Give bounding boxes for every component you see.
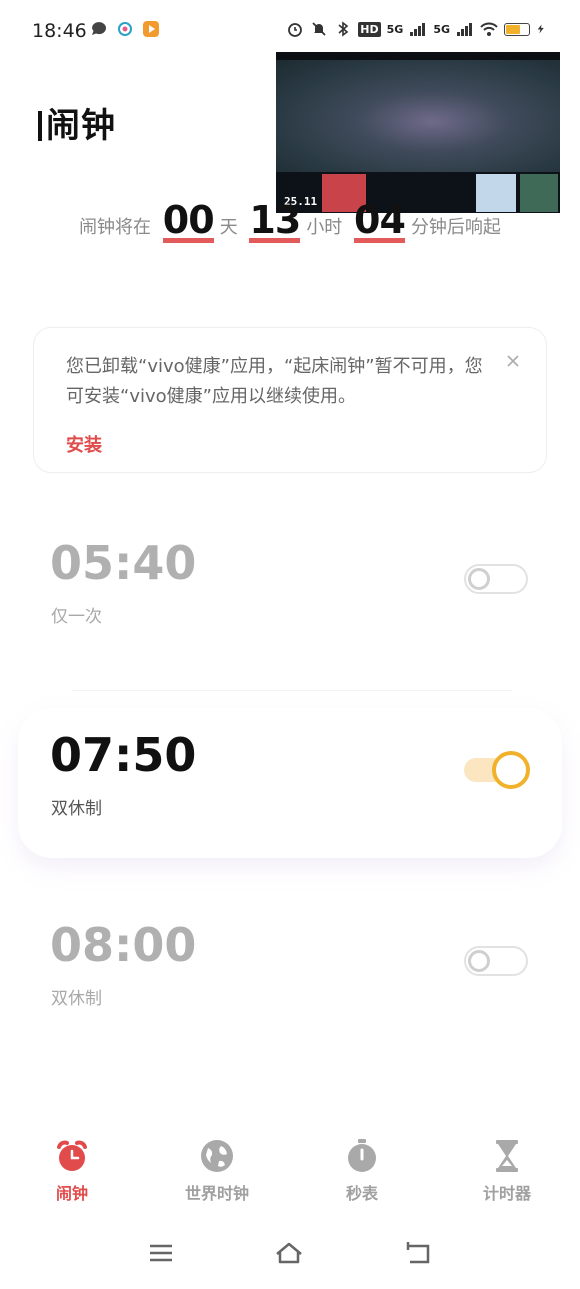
bluetooth-icon [338,21,349,37]
page-title: 闹钟 [38,98,116,147]
pip-hud-top [276,52,560,60]
tab-alarm[interactable]: 闹钟 [12,1128,132,1204]
tab-world-clock-label: 世界时钟 [184,1184,249,1203]
alarm-repeat-label: 仅一次 [51,607,102,627]
countdown-hours-unit: 小时 [306,217,343,238]
uninstall-notice-card: 您已卸载“vivo健康”应用，“起床闹钟”暂不可用，您可安装“vivo健康”应用… [33,327,547,473]
hourglass-icon [496,1140,518,1172]
network-indicator-2: 5G [433,22,450,36]
tab-world-clock[interactable]: 世界时钟 [157,1128,277,1204]
signal-icon-1 [410,23,426,36]
divider [72,690,512,691]
pip-game-view [276,60,560,172]
battery-level [506,24,521,34]
countdown-hours: 13 [249,198,301,243]
status-right-icons: HD 5G 5G [286,20,546,38]
countdown-minutes-unit: 分钟后响起 [410,217,501,238]
status-left-icons [90,20,160,38]
tab-timer-label: 计时器 [482,1184,531,1203]
network-indicator-1: 5G [386,22,404,36]
alarm-time: 08:00 [50,918,197,972]
pip-video-window[interactable]: 25.11 [276,52,560,213]
alarm-toggle[interactable] [464,751,530,789]
tab-alarm-label: 闹钟 [55,1184,88,1203]
tab-timer[interactable]: 计时器 [447,1128,567,1204]
countdown-days-unit: 天 [219,217,238,238]
notice-text: 您已卸载“vivo健康”应用，“起床闹钟”暂不可用，您可安装“vivo健康”应用… [66,356,483,407]
alarm-toggle[interactable] [464,946,528,976]
status-bar: 18:46 HD 5G 5G [0,0,580,60]
back-icon[interactable] [404,1238,434,1268]
home-icon[interactable] [274,1238,304,1268]
globe-icon [201,1140,233,1172]
stopwatch-icon [348,1139,376,1172]
charging-icon [537,24,544,34]
alarm-item[interactable]: 05:40 仅一次 [0,536,580,656]
countdown-prefix: 闹钟将在 [79,217,152,238]
mute-icon [312,22,326,36]
alarm-time: 07:50 [50,728,197,782]
tab-stopwatch[interactable]: 秒表 [302,1128,422,1204]
wifi-icon [480,22,498,36]
close-icon[interactable] [504,352,522,370]
alarm-item[interactable]: 07:50 双休制 [0,728,580,848]
menu-icon[interactable] [146,1238,176,1268]
countdown-days: 00 [162,198,215,243]
alarm-countdown: 闹钟将在 00 天 13 小时 04 分钟后响起 [0,198,580,243]
page-title-text: 闹钟 [46,106,116,146]
alarm-repeat-label: 双休制 [51,989,102,1009]
toggle-knob [468,568,490,590]
chat-bubble-icon [92,22,106,35]
countdown-minutes: 04 [354,198,406,243]
battery-icon [504,22,530,36]
status-time: 18:46 [32,20,87,42]
toggle-knob [492,751,530,789]
alarm-time: 05:40 [50,536,197,590]
title-cursor [38,111,42,141]
alarm-repeat-label: 双休制 [51,799,102,819]
app-notification-icon [118,22,132,36]
tab-stopwatch-label: 秒表 [345,1184,378,1203]
alarm-status-icon [288,23,303,37]
install-button[interactable]: 安装 [66,431,102,457]
video-app-icon [143,21,159,37]
system-nav-bar [0,1228,580,1278]
toggle-knob [468,950,490,972]
alarm-toggle[interactable] [464,564,528,594]
hd-indicator: HD [358,21,381,37]
alarm-clock-icon [57,1140,87,1171]
alarm-item[interactable]: 08:00 双休制 [0,918,580,1038]
signal-icon-2 [457,23,472,36]
bottom-nav: 闹钟 世界时钟 秒表 计时器 [0,1128,580,1218]
